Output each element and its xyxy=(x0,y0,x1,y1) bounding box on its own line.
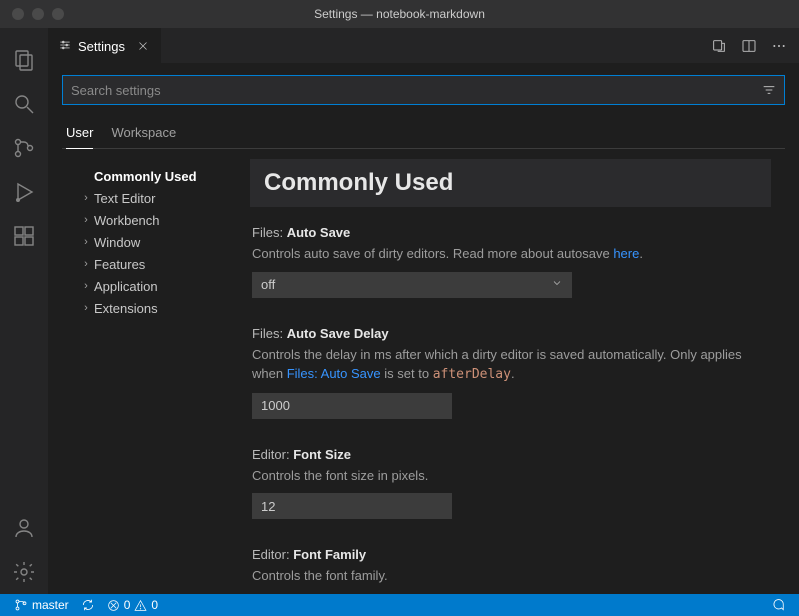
tab-settings[interactable]: Settings xyxy=(48,28,161,63)
run-debug-icon[interactable] xyxy=(0,170,48,214)
toc-application[interactable]: › Application xyxy=(78,275,244,297)
setting-title: Files: Auto Save Delay xyxy=(252,326,771,341)
source-control-icon[interactable] xyxy=(0,126,48,170)
auto-save-delay-input[interactable] xyxy=(252,393,452,419)
branch-name: master xyxy=(32,598,69,612)
sync-status[interactable] xyxy=(75,594,101,616)
chevron-right-icon: › xyxy=(78,214,94,226)
setting-files-auto-save: Files: Auto Save Controls auto save of d… xyxy=(250,225,771,298)
setting-editor-font-size: Editor: Font Size Controls the font size… xyxy=(250,447,771,520)
explorer-icon[interactable] xyxy=(0,38,48,82)
setting-files-auto-save-delay: Files: Auto Save Delay Controls the dela… xyxy=(250,326,771,419)
split-editor-icon[interactable] xyxy=(741,38,757,54)
git-branch-status[interactable]: master xyxy=(8,594,75,616)
chevron-right-icon: › xyxy=(78,258,94,270)
toc-text-editor[interactable]: › Text Editor xyxy=(78,187,244,209)
window-title: Settings — notebook-markdown xyxy=(314,7,485,21)
setting-title: Editor: Font Family xyxy=(252,547,771,562)
settings-search-input[interactable] xyxy=(71,83,760,98)
accounts-icon[interactable] xyxy=(0,506,48,550)
settings-search-container xyxy=(62,75,785,105)
chevron-right-icon: › xyxy=(78,236,94,248)
setting-editor-font-family: Editor: Font Family Controls the font fa… xyxy=(250,547,771,586)
toc-window[interactable]: › Window xyxy=(78,231,244,253)
section-header: Commonly Used xyxy=(250,159,771,207)
settings-tab-icon xyxy=(58,38,72,55)
manage-gear-icon[interactable] xyxy=(0,550,48,594)
problems-status[interactable]: 0 0 xyxy=(101,594,164,616)
minimize-window-button[interactable] xyxy=(32,8,44,20)
font-size-input[interactable] xyxy=(252,493,452,519)
scope-tabs: User Workspace xyxy=(62,119,785,149)
close-window-button[interactable] xyxy=(12,8,24,20)
settings-list[interactable]: Commonly Used Files: Auto Save Controls … xyxy=(250,157,785,594)
filter-icon[interactable] xyxy=(760,81,778,99)
chevron-right-icon: › xyxy=(78,280,94,292)
scope-tab-workspace[interactable]: Workspace xyxy=(111,119,176,148)
setting-description: Controls the font size in pixels. xyxy=(252,466,771,486)
enum-value: afterDelay xyxy=(433,367,511,382)
window-controls xyxy=(0,8,64,20)
search-icon[interactable] xyxy=(0,82,48,126)
toc-commonly-used[interactable]: Commonly Used xyxy=(78,165,244,187)
chevron-right-icon: › xyxy=(78,302,94,314)
chevron-right-icon: › xyxy=(78,192,94,204)
extensions-icon[interactable] xyxy=(0,214,48,258)
setting-description: Controls the delay in ms after which a d… xyxy=(252,345,771,385)
setting-title: Editor: Font Size xyxy=(252,447,771,462)
autosave-docs-link[interactable]: here xyxy=(613,246,639,261)
editor-tab-bar: Settings xyxy=(48,28,799,63)
activity-bar xyxy=(0,28,48,594)
toc-extensions[interactable]: › Extensions xyxy=(78,297,244,319)
feedback-icon[interactable] xyxy=(765,598,791,612)
error-count: 0 xyxy=(124,598,131,612)
setting-title: Files: Auto Save xyxy=(252,225,771,240)
scope-tab-user[interactable]: User xyxy=(66,119,93,149)
titlebar: Settings — notebook-markdown xyxy=(0,0,799,28)
settings-toc: Commonly Used › Text Editor › Workbench … xyxy=(62,157,250,594)
toc-workbench[interactable]: › Workbench xyxy=(78,209,244,231)
close-tab-icon[interactable] xyxy=(135,38,151,54)
zoom-window-button[interactable] xyxy=(52,8,64,20)
tab-label: Settings xyxy=(78,39,125,54)
more-actions-icon[interactable] xyxy=(771,38,787,54)
warning-count: 0 xyxy=(151,598,158,612)
status-bar: master 0 0 xyxy=(0,594,799,616)
auto-save-select[interactable]: off xyxy=(252,272,572,298)
setting-description: Controls auto save of dirty editors. Rea… xyxy=(252,244,771,264)
chevron-down-icon xyxy=(551,277,563,292)
select-value: off xyxy=(261,277,275,292)
toc-features[interactable]: › Features xyxy=(78,253,244,275)
auto-save-setting-link[interactable]: Files: Auto Save xyxy=(287,366,381,381)
setting-description: Controls the font family. xyxy=(252,566,771,586)
open-settings-json-icon[interactable] xyxy=(711,38,727,54)
